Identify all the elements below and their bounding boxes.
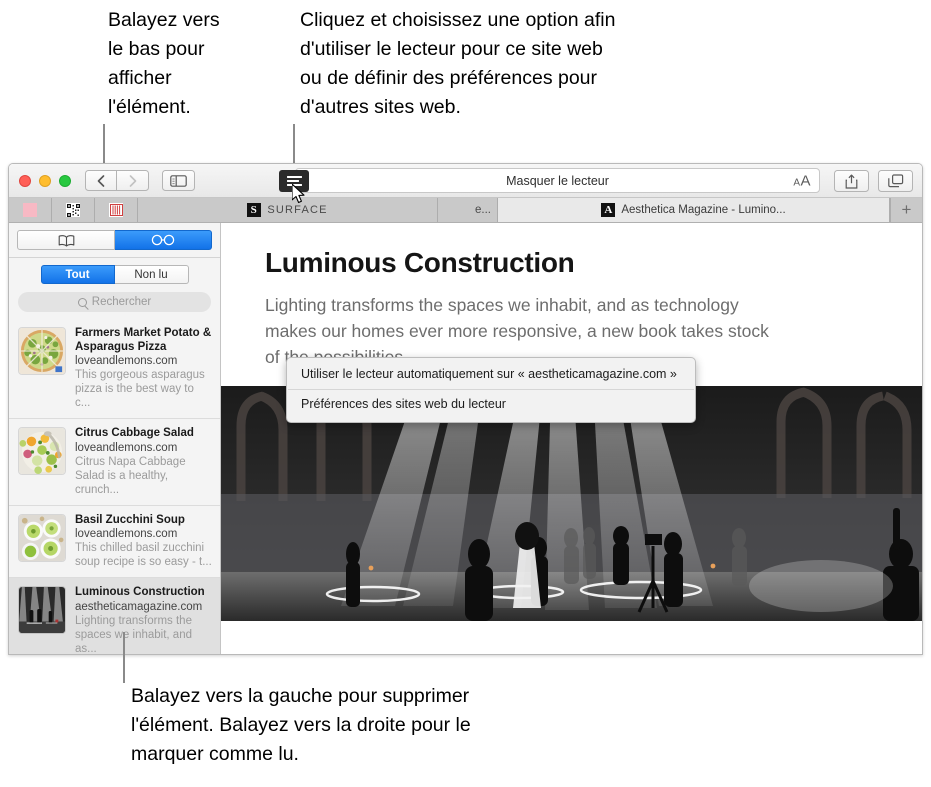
- tab-mini-2[interactable]: [52, 198, 95, 222]
- search-input[interactable]: Rechercher: [18, 292, 211, 312]
- toolbar-right-buttons[interactable]: [834, 170, 913, 192]
- bookmarks-book-icon: [58, 234, 74, 247]
- safari-window: Masquer le lecteur AA S SURFACE e... A A…: [8, 163, 923, 655]
- list-item-site: loveandlemons.com: [75, 528, 178, 540]
- search-icon: [77, 297, 87, 307]
- reader-icon: [286, 176, 302, 186]
- font-size-big-label: A: [800, 172, 811, 189]
- filter-all-label: Tout: [65, 268, 90, 281]
- sidebar: Tout Non lu Rechercher Farmers Market Po…: [9, 223, 221, 655]
- pizza-thumb: [18, 327, 66, 375]
- forward-button[interactable]: [117, 170, 149, 191]
- sidebar-tab-bookmarks[interactable]: [17, 230, 115, 250]
- sidebar-segmented-control[interactable]: [9, 223, 220, 258]
- browser-toolbar: Masquer le lecteur AA: [9, 164, 922, 198]
- reading-list[interactable]: Farmers Market Potato & Asparagus Pizza …: [9, 319, 220, 655]
- tab-aesthetica-magazine[interactable]: A Aesthetica Magazine - Lumino...: [498, 198, 890, 222]
- nav-buttons[interactable]: [85, 170, 149, 191]
- menu-item-reader-preferences[interactable]: Préférences des sites web du lecteur: [287, 392, 695, 417]
- tab-bar[interactable]: S SURFACE e... A Aesthetica Magazine - L…: [9, 198, 922, 223]
- list-item-title: Basil Zucchini Soup: [75, 513, 185, 526]
- list-item-snippet: Citrus Napa Cabbage Salad is a healthy, …: [75, 455, 186, 496]
- list-item[interactable]: Basil Zucchini Soup loveandlemons.com Th…: [9, 506, 220, 578]
- search-placeholder: Rechercher: [91, 296, 152, 308]
- callout-line-bottom: [123, 632, 125, 683]
- article-title: Luminous Construction: [265, 247, 575, 278]
- sidebar-tab-reading-list[interactable]: [115, 230, 212, 250]
- surface-s-favicon: S: [247, 203, 262, 217]
- back-button[interactable]: [85, 170, 117, 191]
- tab-aesthetica-label: Aesthetica Magazine - Lumino...: [621, 204, 786, 216]
- sidebar-icon: [170, 174, 187, 187]
- reading-list-filter[interactable]: Tout Non lu: [9, 258, 220, 289]
- filter-all[interactable]: Tout: [40, 265, 115, 284]
- list-item[interactable]: Citrus Cabbage Salad loveandlemons.com C…: [9, 419, 220, 506]
- callout-text-swipe-down: Balayez vers le bas pour afficher l'élém…: [108, 9, 220, 118]
- tab-mini-1[interactable]: [9, 198, 52, 222]
- window-controls[interactable]: [19, 174, 71, 187]
- reader-content: Luminous Construction Lighting transform…: [221, 223, 922, 654]
- list-item[interactable]: Farmers Market Potato & Asparagus Pizza …: [9, 319, 220, 419]
- window-content: Tout Non lu Rechercher Farmers Market Po…: [9, 223, 922, 655]
- minimize-button[interactable]: [39, 174, 51, 187]
- address-bar-text: Masquer le lecteur: [506, 173, 609, 188]
- list-item-title: Citrus Cabbage Salad: [75, 427, 194, 439]
- menu-separator: [288, 389, 694, 390]
- chevron-left-icon: [97, 174, 105, 187]
- tab-surface[interactable]: S SURFACE: [138, 198, 438, 222]
- share-button[interactable]: [834, 170, 869, 192]
- list-item-text: Luminous Construction aestheticamagazine…: [75, 586, 212, 655]
- tab-truncated[interactable]: e...: [438, 198, 498, 222]
- chevron-right-icon: [129, 174, 136, 187]
- list-item-site: loveandlemons.com: [75, 441, 178, 454]
- pink-favicon: [23, 203, 37, 217]
- filter-unread-label: Non lu: [134, 268, 168, 281]
- list-item-text: Basil Zucchini Soup loveandlemons.com Th…: [75, 514, 212, 570]
- callout-text-reader-menu: Cliquez et choisissez une option afin d'…: [300, 9, 616, 118]
- font-size-indicator[interactable]: AA: [793, 172, 811, 189]
- list-item-text: Citrus Cabbage Salad loveandlemons.com C…: [75, 427, 212, 497]
- installation-thumb: [18, 586, 66, 634]
- tab-surface-label: SURFACE: [267, 204, 328, 216]
- list-item-snippet: This gorgeous asparagus pizza is the bes…: [75, 369, 205, 409]
- salad-thumb: [18, 427, 66, 475]
- filter-unread[interactable]: Non lu: [114, 265, 189, 284]
- tab-overview-icon: [887, 174, 903, 188]
- list-item-site: loveandlemons.com: [75, 355, 178, 367]
- list-item-text: Farmers Market Potato & Asparagus Pizza …: [75, 327, 212, 410]
- list-item-site: aestheticamagazine.com: [75, 600, 203, 613]
- sidebar-search[interactable]: Rechercher: [9, 289, 220, 319]
- tab-truncated-label: e...: [475, 204, 491, 216]
- tab-overview-button[interactable]: [878, 170, 913, 192]
- qr-favicon: [66, 203, 80, 217]
- list-item-title: Luminous Construction: [75, 586, 205, 598]
- show-sidebar-button[interactable]: [162, 170, 195, 191]
- new-tab-label: +: [901, 200, 912, 219]
- aesthetica-a-favicon: A: [601, 203, 616, 217]
- reader-toggle-button[interactable]: [279, 170, 309, 192]
- soup-thumb: [18, 513, 66, 562]
- menu-item-auto-reader[interactable]: Utiliser le lecteur automatiquement sur …: [287, 362, 695, 387]
- new-tab-button[interactable]: +: [890, 198, 922, 222]
- list-item-title: Farmers Market Potato & Asparagus Pizza: [75, 327, 212, 353]
- reader-options-menu[interactable]: Utiliser le lecteur automatiquement sur …: [286, 357, 696, 423]
- reading-list-glasses-icon: [151, 234, 175, 246]
- list-item-snippet: This chilled basil zucchini soup recipe …: [75, 542, 212, 568]
- list-item-snippet: Lighting transforms the spaces we inhabi…: [75, 614, 192, 655]
- list-item[interactable]: Luminous Construction aestheticamagazine…: [9, 578, 220, 655]
- zoom-button[interactable]: [59, 174, 71, 187]
- tab-mini-3[interactable]: [95, 198, 138, 222]
- callout-text-swipe-actions: Balayez vers la gauche pour supprimer l'…: [131, 685, 471, 765]
- close-button[interactable]: [19, 174, 31, 187]
- red-book-favicon: [109, 203, 123, 217]
- address-bar[interactable]: Masquer le lecteur AA: [295, 168, 820, 193]
- share-icon: [845, 174, 858, 189]
